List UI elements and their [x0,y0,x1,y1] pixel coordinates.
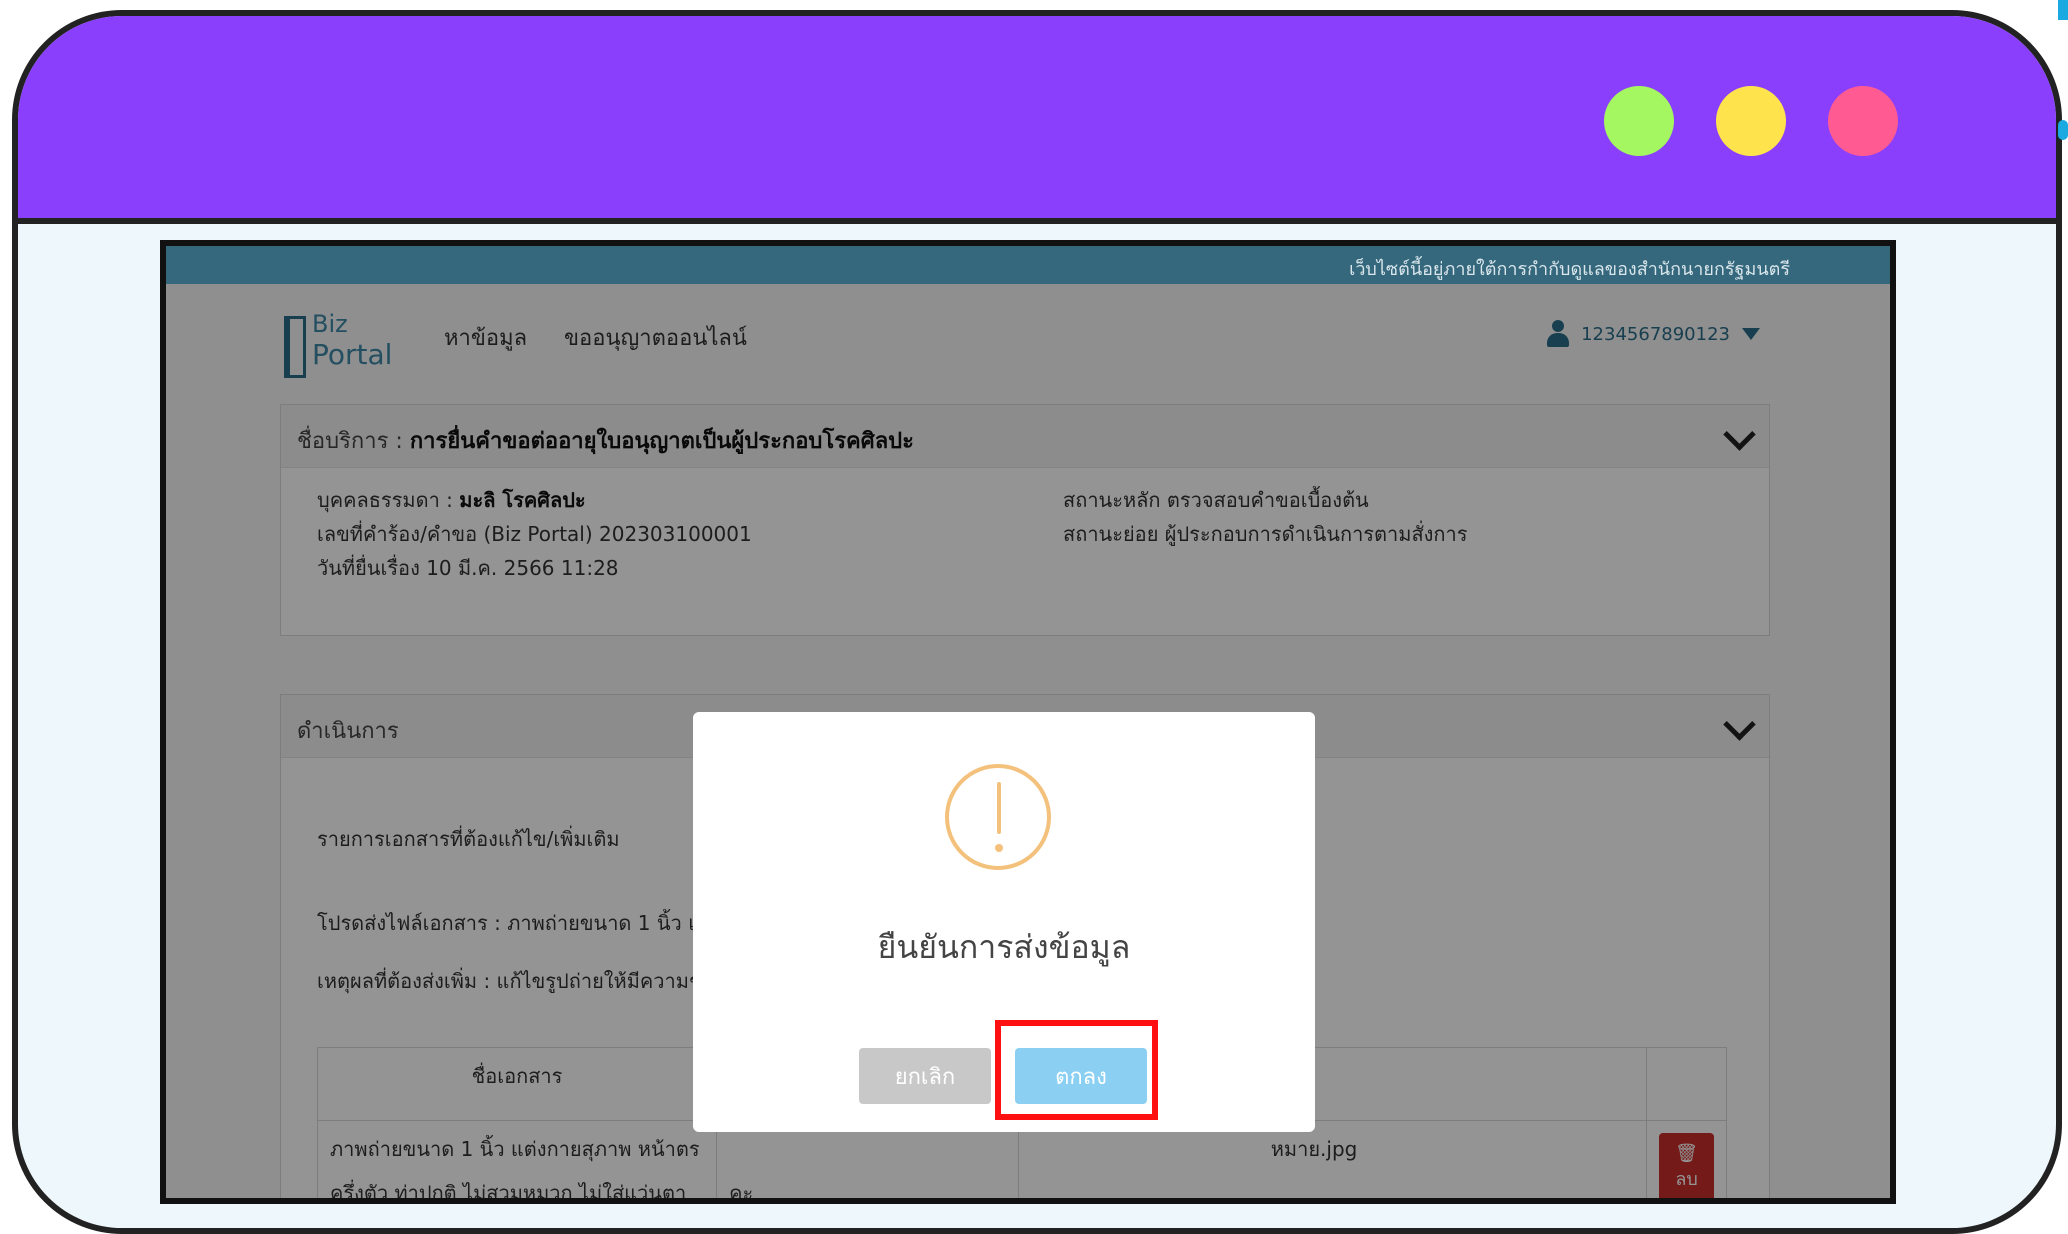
edge-accent [2058,0,2068,20]
frame-header [18,16,2056,224]
gov-topbar-text: เว็บไซต์นี้อยู่ภายใต้การกำกับดูแลของสำนั… [1349,259,1790,280]
window-dot-green [1604,86,1674,156]
ok-button-highlight [995,1020,1158,1120]
window-dot-pink [1828,86,1898,156]
dialog-title: ยืนยันการส่งข้อมูล [877,928,1131,966]
warning-dot [995,844,1003,852]
gov-topbar: เว็บไซต์นี้อยู่ภายใต้การกำกับดูแลของสำนั… [166,246,1890,284]
window-dot-yellow [1716,86,1786,156]
warning-bar [997,782,1001,834]
cancel-button[interactable]: ยกเลิก [859,1048,991,1104]
warning-circle-icon [945,764,1051,870]
edge-dot [2058,120,2068,140]
